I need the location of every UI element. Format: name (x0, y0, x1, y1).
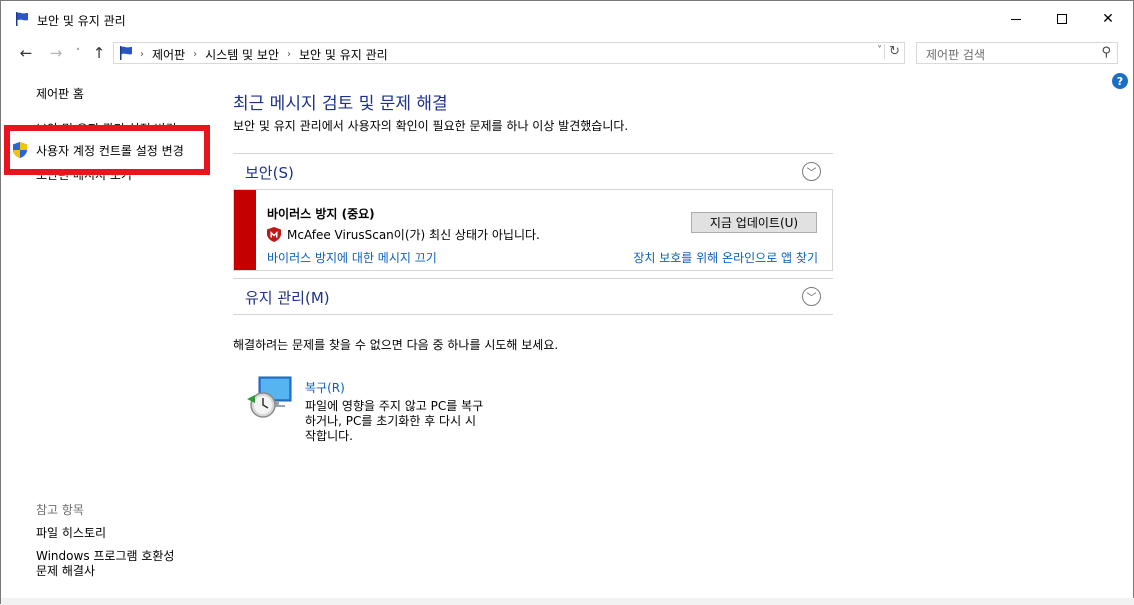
address-dropdown-icon[interactable]: ˅ (877, 45, 882, 56)
control-panel-window: 보안 및 유지 관리 ✕ ← → ˅ ↑ › 제어판 › 시스템 및 보안 › … (0, 0, 1134, 605)
arrow-right-icon: → (49, 44, 63, 62)
mcafee-shield-icon (267, 227, 281, 242)
chevron-down-icon: ˅ (75, 48, 81, 58)
page-title: 최근 메시지 검토 및 문제 해결 (233, 94, 448, 114)
back-button[interactable]: ← (15, 43, 37, 63)
search-input[interactable]: 제어판 검색 ⚲ (916, 42, 1118, 64)
breadcrumb-system-security[interactable]: 시스템 및 보안 (205, 46, 279, 63)
divider (233, 314, 833, 315)
alert-title: 바이러스 방지 (중요) (267, 207, 375, 221)
chevron-right-icon[interactable]: › (140, 49, 144, 60)
window-title: 보안 및 유지 관리 (37, 14, 126, 28)
security-section-title: 보안(S) (245, 164, 294, 182)
highlight-box (4, 125, 210, 175)
sidebar-item-compatibility-line2[interactable]: 문제 해결사 (36, 562, 95, 579)
find-app-online-link[interactable]: 장치 보호를 위해 온라인으로 앱 찾기 (633, 249, 818, 266)
refresh-icon[interactable]: ↻ (884, 44, 900, 59)
recovery-description: 파일에 영향을 주지 않고 PC를 복구 하거나, PC를 초기화한 후 다시 … (305, 399, 505, 444)
arrow-up-icon: ↑ (92, 44, 106, 62)
recovery-desc-line: 파일에 영향을 주지 않고 PC를 복구 (305, 399, 484, 413)
recent-locations-button[interactable]: ˅ (71, 43, 85, 63)
try-suggestions-text: 해결하려는 문제를 찾을 수 없으면 다음 중 하나를 시도해 보세요. (233, 338, 559, 352)
sidebar-item-file-history[interactable]: 파일 히스토리 (36, 524, 106, 541)
breadcrumb: › 제어판 › 시스템 및 보안 › 보안 및 유지 관리 (140, 46, 388, 63)
recovery-desc-line: 하거나, PC를 초기화한 후 다시 시 (305, 414, 476, 428)
severity-bar (234, 190, 256, 270)
maintenance-section-header[interactable]: 유지 관리(M) ﹀ (233, 278, 833, 314)
maximize-button[interactable] (1039, 1, 1085, 37)
forward-button[interactable]: → (45, 43, 67, 63)
chevron-down-icon[interactable]: ﹀ (802, 287, 821, 306)
flag-icon (120, 46, 132, 60)
alert-message-text: McAfee VirusScan이(가) 최신 상태가 아닙니다. (287, 228, 540, 242)
up-button[interactable]: ↑ (89, 43, 109, 63)
address-bar[interactable]: › 제어판 › 시스템 및 보안 › 보안 및 유지 관리 ˅ ↻ (113, 42, 905, 64)
title-bar[interactable]: 보안 및 유지 관리 ✕ (1, 1, 1133, 37)
chevron-right-icon[interactable]: › (193, 49, 197, 60)
turn-off-messages-link[interactable]: 바이러스 방지에 대한 메시지 끄기 (267, 249, 437, 266)
sidebar-item-home[interactable]: 제어판 홈 (36, 85, 84, 102)
chevron-right-icon[interactable]: › (287, 49, 291, 60)
close-button[interactable]: ✕ (1085, 1, 1131, 37)
minimize-icon (1011, 18, 1021, 20)
maintenance-section-title: 유지 관리(M) (245, 289, 330, 307)
recovery-icon[interactable] (245, 375, 293, 419)
recovery-desc-line: 작합니다. (305, 429, 353, 443)
arrow-left-icon: ← (19, 44, 33, 62)
see-also-heading: 참고 항목 (36, 503, 84, 517)
security-section-header[interactable]: 보안(S) ﹀ (233, 153, 833, 189)
flag-icon (16, 12, 28, 26)
alert-message: McAfee VirusScan이(가) 최신 상태가 아닙니다. (267, 226, 540, 243)
breadcrumb-control-panel[interactable]: 제어판 (152, 46, 185, 63)
address-row: ← → ˅ ↑ › 제어판 › 시스템 및 보안 › 보안 및 유지 관리 ˅ … (1, 39, 1133, 67)
search-placeholder: 제어판 검색 (926, 48, 986, 62)
help-icon[interactable]: ? (1112, 73, 1128, 89)
page-subtitle: 보안 및 유지 관리에서 사용자의 확인이 필요한 문제를 하나 이상 발견했습… (233, 119, 629, 133)
minimize-button[interactable] (993, 1, 1039, 37)
antivirus-alert: 바이러스 방지 (중요) McAfee VirusScan이(가) 최신 상태가… (233, 189, 833, 271)
breadcrumb-security-maintenance[interactable]: 보안 및 유지 관리 (299, 46, 388, 63)
search-icon[interactable]: ⚲ (1101, 45, 1111, 60)
close-icon: ✕ (1102, 11, 1114, 27)
chevron-down-icon[interactable]: ﹀ (802, 162, 821, 181)
update-now-button[interactable]: 지금 업데이트(U) (691, 212, 817, 233)
maximize-icon (1057, 14, 1067, 24)
recovery-link[interactable]: 복구(R) (305, 379, 345, 396)
